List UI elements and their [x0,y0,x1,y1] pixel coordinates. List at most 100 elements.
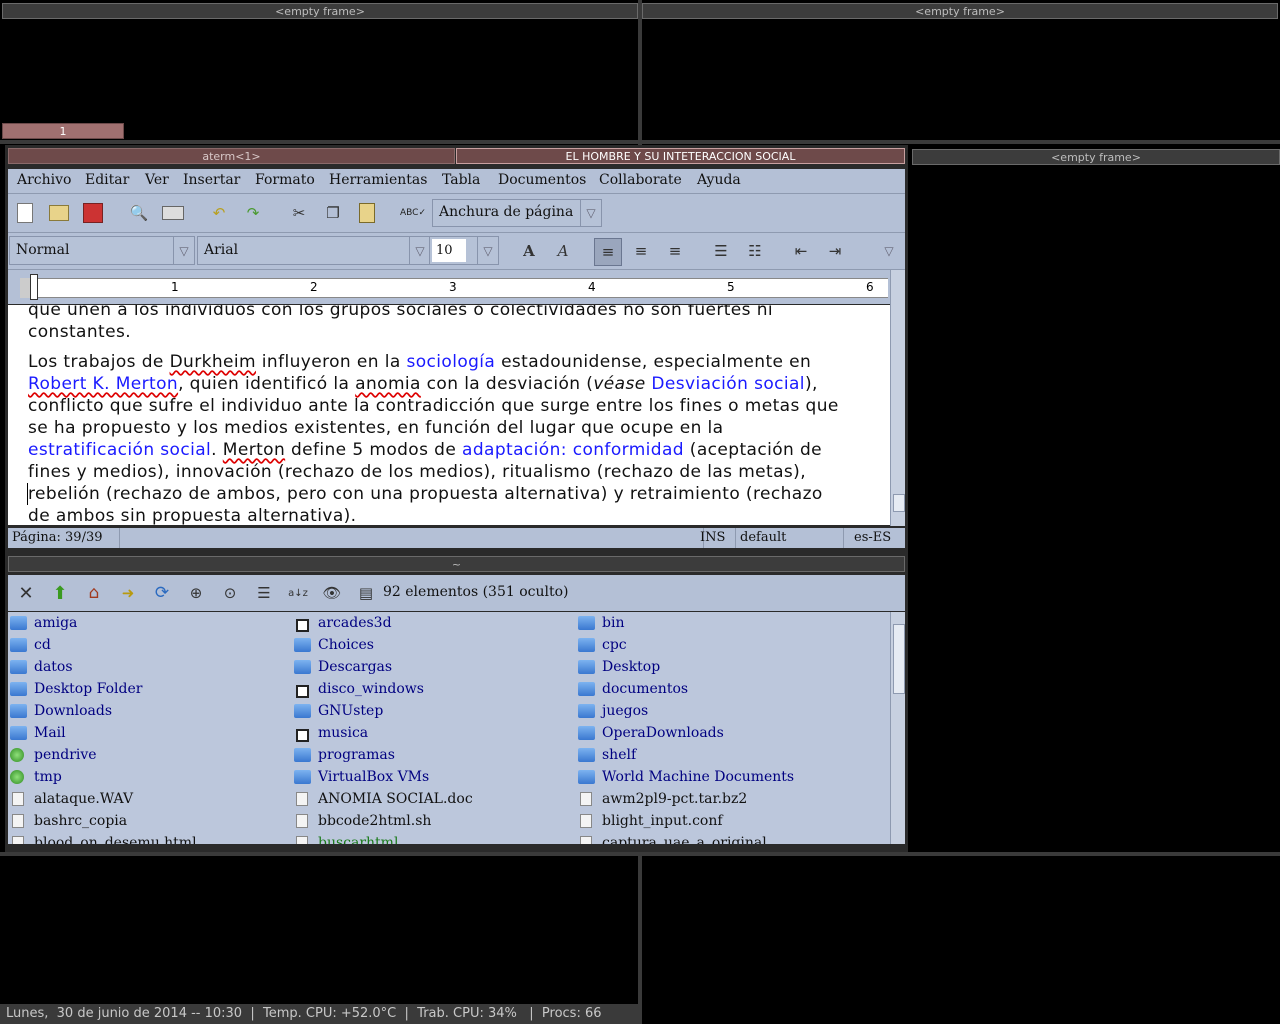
size-value[interactable]: 10 [432,239,466,262]
archive-icon [580,792,592,806]
file-name: World Machine Documents [602,769,795,785]
sort-az-icon[interactable]: a↓z [285,580,311,606]
status-bar: Página: 39/39 INS default es-ES [8,528,905,548]
print-icon[interactable] [160,200,186,226]
doc-paragraph: Los trabajos de Durkheim influyeron en l… [8,351,890,373]
style-combo[interactable]: Normal ▽ [9,236,195,265]
undo-icon[interactable]: ↶ [206,200,232,226]
redo-icon[interactable]: ↷ [240,200,266,226]
indent-marker-icon[interactable] [30,274,38,300]
decrease-indent-icon[interactable]: ⇤ [788,238,814,264]
paste-icon[interactable] [354,200,380,226]
increase-indent-icon[interactable]: ⇥ [822,238,848,264]
doc-text: Merton [222,440,286,460]
drive-link-icon [10,748,24,762]
menu-ayuda[interactable]: Ayuda [697,172,741,188]
horizontal-frame-divider-bottom[interactable] [0,852,1280,856]
horizontal-frame-divider-top[interactable] [0,140,1280,144]
file-name: buscarhtml [318,835,399,844]
copy-icon[interactable]: ❐ [320,200,346,226]
details-view-icon[interactable]: ☰ [251,580,277,606]
bold-icon[interactable]: A [516,238,542,264]
doc-text: véase [593,374,646,394]
close-icon[interactable]: ✕ [13,580,39,606]
file-icon [580,836,592,844]
file-name: GNUstep [318,703,384,719]
file-name: documentos [602,681,689,697]
menu-collaborate[interactable]: Collaborate [599,172,682,188]
file-name: bin [602,615,625,631]
doc-link[interactable]: Robert K. Merton [28,374,178,394]
size-combo[interactable]: 10 ▽ [429,236,499,265]
ruler-mark: 5 [727,280,735,294]
file-name: Mail [34,725,66,741]
new-document-icon[interactable] [12,200,38,226]
file-name: VirtualBox VMs [318,769,430,785]
zoom-in-icon[interactable]: ⊕ [183,580,209,606]
file-name: musica [318,725,369,741]
file-name: OperaDownloads [602,725,724,741]
empty-frame-title-top-left: <empty frame> [2,3,638,19]
workspace-tab-1[interactable]: 1 [2,123,124,139]
system-status-line: Lunes, 30 de junio de 2014 -- 10:30 | Te… [0,1004,638,1024]
item-count: 92 elementos (351 oculto) [383,584,569,600]
cut-icon[interactable]: ✂ [286,200,312,226]
doc-text: (aceptación de [684,440,823,460]
menu-ver[interactable]: Ver [145,172,169,188]
menu-formato[interactable]: Formato [255,172,315,188]
tab-aterm[interactable]: aterm<1> [8,148,455,164]
document-scrollbar[interactable] [890,270,905,526]
menu-bar: Archivo Editar Ver Insertar Formato Herr… [8,169,905,194]
menu-tabla[interactable]: Tabla [442,172,480,188]
doc-line: se ha propuesto y los medios existentes,… [28,418,724,438]
ruler[interactable]: 1 2 3 4 5 6 [8,270,890,304]
scrollbar-thumb[interactable] [893,624,905,694]
doc-link[interactable]: Desviación social [651,374,805,394]
print-preview-icon[interactable]: 🔍 [126,200,152,226]
chevron-down-icon[interactable]: ▽ [409,237,430,264]
refresh-icon[interactable]: ⟳ [149,580,175,606]
home-icon[interactable]: ⌂ [81,580,107,606]
zoom-combo[interactable]: Anchura de página ▽ [432,199,602,227]
doc-link[interactable]: estratificación social [28,440,211,460]
open-folder-icon[interactable] [46,200,72,226]
file-list: amiga cd datos Desktop Folder Downloads Mail p… [8,612,890,844]
doc-link[interactable]: adaptación: conformidad [462,440,684,460]
numbered-list-icon[interactable]: ☰ [708,238,734,264]
toolbar-overflow-chevron-icon[interactable]: ▽ [876,238,902,264]
filelist-scrollbar[interactable] [890,612,905,844]
save-icon[interactable] [80,200,106,226]
show-hidden-eye-icon[interactable]: 👁 [319,580,345,606]
bookmarks-icon[interactable]: ➜ [115,580,141,606]
doc-text: . [211,440,223,460]
scrollbar-thumb[interactable] [893,494,905,512]
bullet-list-icon[interactable]: ☷ [742,238,768,264]
folder-icon [10,726,27,740]
folder-icon [578,660,595,674]
tab-abiword[interactable]: EL HOMBRE Y SU INTETERACCION SOCIAL [456,148,905,164]
chevron-down-icon[interactable]: ▽ [477,237,498,264]
menu-insertar[interactable]: Insertar [183,172,240,188]
zoom-fit-icon[interactable]: ⊙ [217,580,243,606]
link-icon [296,619,309,632]
italic-icon[interactable]: A [550,238,576,264]
chevron-down-icon[interactable]: ▽ [173,237,194,264]
empty-frame-title-right: <empty frame> [912,149,1280,165]
up-arrow-icon[interactable]: ⬆ [47,580,73,606]
doc-link[interactable]: sociología [406,352,495,372]
align-left-icon[interactable]: ≡ [594,238,622,266]
align-right-icon[interactable]: ≡ [662,238,688,264]
menu-editar[interactable]: Editar [85,172,129,188]
menu-archivo[interactable]: Archivo [17,172,71,188]
exec-icon [296,836,308,844]
menu-documentos[interactable]: Documentos [498,172,586,188]
file-name: arcades3d [318,615,392,631]
chevron-down-icon[interactable]: ▽ [580,200,601,226]
menu-herramientas[interactable]: Herramientas [329,172,427,188]
file-name: Downloads [34,703,113,719]
spellcheck-icon[interactable]: ABC✓ [400,200,426,226]
select-list-icon[interactable]: ▤ [353,580,379,606]
font-combo[interactable]: Arial ▽ [197,236,431,265]
document-page[interactable]: que unen a los individuos con los grupos… [8,305,890,525]
align-center-icon[interactable]: ≡ [628,238,654,264]
